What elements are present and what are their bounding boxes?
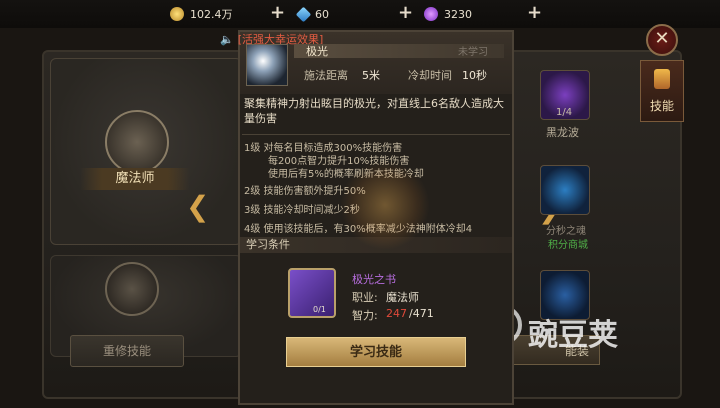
arrow-left-icon[interactable]: ❮ — [186, 190, 209, 223]
gold-resource: 102.4万 — [170, 4, 233, 24]
add-diamond-button[interactable]: + — [398, 4, 413, 22]
skill-status: 未学习 — [458, 47, 488, 58]
class-requirement-label: 职业: — [352, 291, 378, 304]
gem-icon — [424, 7, 438, 21]
skill-name: 极光 — [306, 45, 328, 58]
learn-skill-button[interactable]: 学习技能 — [286, 337, 466, 367]
tab-skills-label: 技能 — [649, 99, 674, 113]
learn-condition-header: 学习条件 — [240, 237, 512, 253]
level-1-line-3: 使用后有5%的概率刷新本技能冷却 — [268, 169, 424, 180]
diamond-resource: 60 — [295, 4, 329, 24]
redo-skill-button[interactable]: 重修技能 — [70, 335, 184, 367]
level-1-line-2: 每200点智力提升10%技能伤害 — [268, 156, 410, 167]
class-name-label: 魔法师 — [80, 168, 190, 190]
intelligence-required: /471 — [409, 307, 434, 320]
gold-amount: 102.4万 — [190, 8, 233, 21]
add-gold-button[interactable]: + — [270, 4, 285, 22]
divider — [242, 134, 510, 135]
level-1-line: 1级 对每名目标造成300%技能伤害 — [244, 143, 403, 154]
book-name: 极光之书 — [352, 273, 396, 286]
speaker-icon: 🔈 — [220, 32, 234, 46]
range-label: 施法距离 — [304, 69, 348, 82]
slot-name: 黑龙波 — [546, 126, 579, 139]
add-gem-button[interactable]: + — [527, 4, 542, 22]
points-shop-link[interactable]: 积分商城 — [548, 236, 588, 251]
resource-bar — [0, 0, 720, 28]
diamond-icon — [295, 6, 312, 22]
slot-name-secondary: 分秒之魂 — [546, 226, 586, 237]
watermark-text: 豌豆荚 — [528, 318, 618, 353]
class-requirement-value: 魔法师 — [386, 291, 419, 304]
skill-description: 聚集精神力射出眩目的极光，对直线上6名敌人造成大量伤害 — [244, 97, 504, 125]
skill-book-icon[interactable] — [288, 268, 336, 318]
gem-amount: 3230 — [444, 7, 472, 21]
gold-coin-icon — [170, 7, 184, 21]
diamond-amount: 60 — [315, 7, 329, 21]
intelligence-label: 智力: — [352, 309, 378, 322]
skill-tab-icon — [654, 69, 670, 89]
close-icon[interactable]: ✕ — [646, 24, 678, 56]
aurora-skill-icon — [246, 44, 288, 86]
intelligence-current: 247 — [386, 307, 407, 320]
slot-count: 1/4 — [556, 107, 573, 118]
level-4-line: 4级 使用该技能后，有30%概率减少法神附体冷却4 — [244, 224, 473, 235]
cooldown-value: 10秒 — [462, 69, 487, 82]
cooldown-label: 冷却时间 — [408, 69, 452, 82]
tab-skills[interactable]: 技能 — [640, 60, 684, 122]
level-2-line: 2级 技能伤害额外提升50% — [244, 186, 366, 197]
mage-emblem-icon — [105, 110, 169, 174]
book-count: 0/1 — [313, 305, 326, 314]
gem-resource: 3230 — [424, 4, 472, 24]
level-3-line: 3级 技能冷却时间减少2秒 — [244, 205, 360, 216]
class-emblem-icon — [105, 262, 159, 316]
skill-slot-soul[interactable] — [540, 165, 590, 215]
range-value: 5米 — [362, 69, 380, 82]
